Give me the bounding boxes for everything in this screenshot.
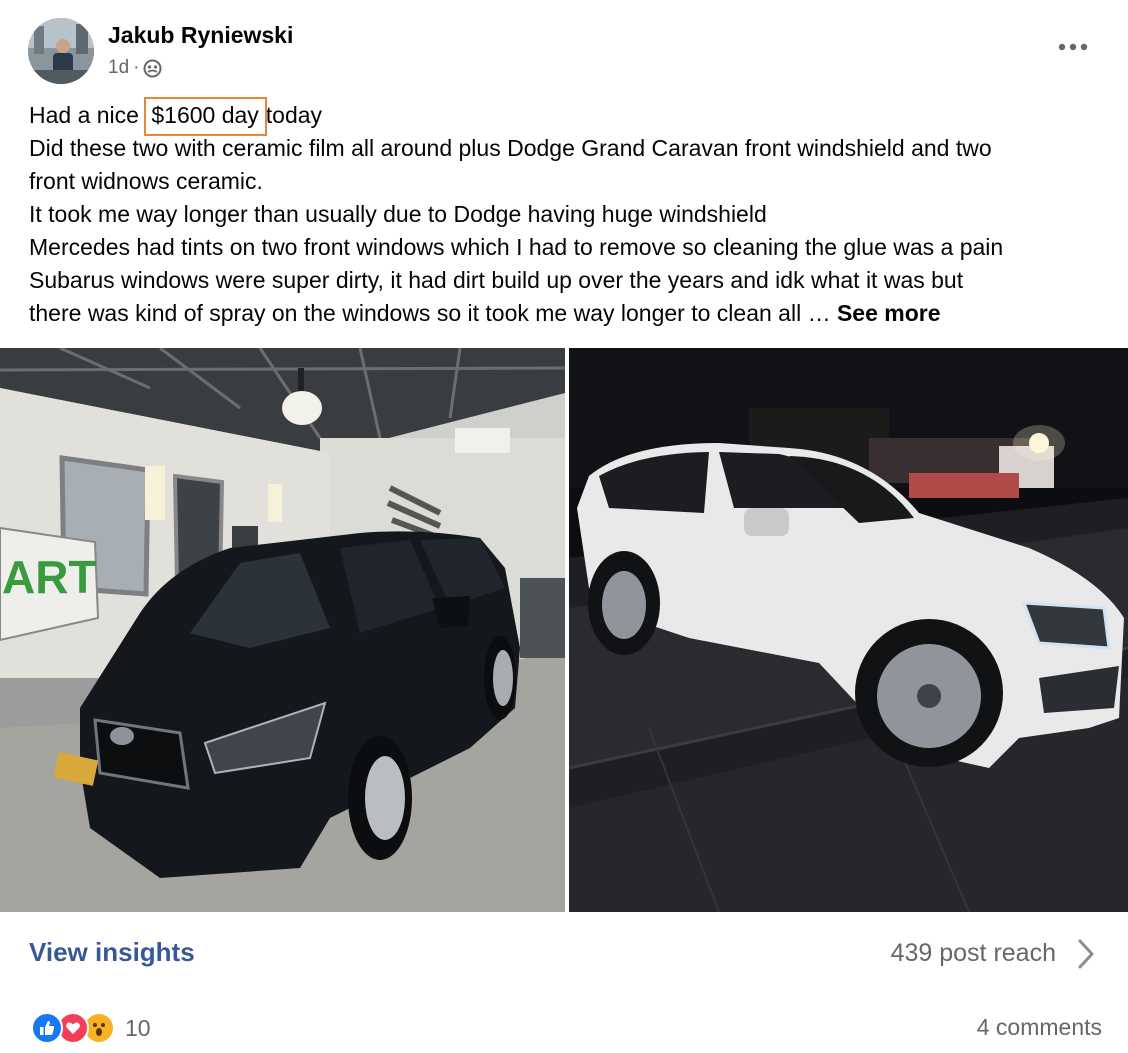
post-text-line-6: Subarus windows were super dirty, it had… (29, 267, 964, 293)
post-time[interactable]: 1d (108, 57, 129, 79)
photo-subaru[interactable]: ART (0, 348, 565, 912)
photo-grid: ART (0, 348, 1128, 912)
reaction-count: 10 (125, 1014, 151, 1041)
text-before-highlight: Had a nice (29, 102, 146, 128)
post-text-line-7: there was kind of spray on the windows s… (29, 297, 1109, 330)
highlighted-amount: $1600 day (144, 97, 267, 136)
author-avatar[interactable] (28, 18, 94, 84)
see-more-link[interactable]: See more (837, 300, 941, 326)
post-reach[interactable]: 439 post reach (891, 939, 1056, 968)
post-text-line-4: It took me way longer than usually due t… (29, 201, 767, 227)
post-card: Jakub Ryniewski 1d · Had a nice $1600 da… (0, 0, 1128, 1053)
view-insights-link[interactable]: View insights (29, 937, 195, 968)
truncated-text: there was kind of spray on the windows s… (29, 300, 837, 326)
post-text-line-2: Did these two with ceramic film all arou… (29, 135, 992, 161)
comments-count-link[interactable]: 4 comments (977, 1014, 1102, 1041)
text-after-highlight: today (265, 102, 323, 128)
garage-sign-text: ART (2, 551, 97, 603)
globe-icon[interactable] (143, 59, 162, 78)
ellipsis-icon[interactable] (1056, 34, 1090, 60)
post-text-line-3: front widnows ceramic. (29, 168, 263, 194)
post-meta: 1d · (108, 57, 162, 79)
author-name[interactable]: Jakub Ryniewski (108, 22, 293, 49)
reactions-summary[interactable]: 10 (31, 1012, 151, 1044)
photo-mercedes[interactable] (569, 348, 1128, 912)
post-text: Had a nice $1600 day today Did these two … (29, 97, 1109, 330)
like-icon (31, 1012, 63, 1044)
post-text-line-5: Mercedes had tints on two front windows … (29, 234, 1004, 260)
meta-separator: · (133, 57, 140, 78)
chevron-right-icon[interactable] (1074, 938, 1098, 970)
post-text-line-1: Had a nice $1600 day today (29, 97, 1109, 136)
